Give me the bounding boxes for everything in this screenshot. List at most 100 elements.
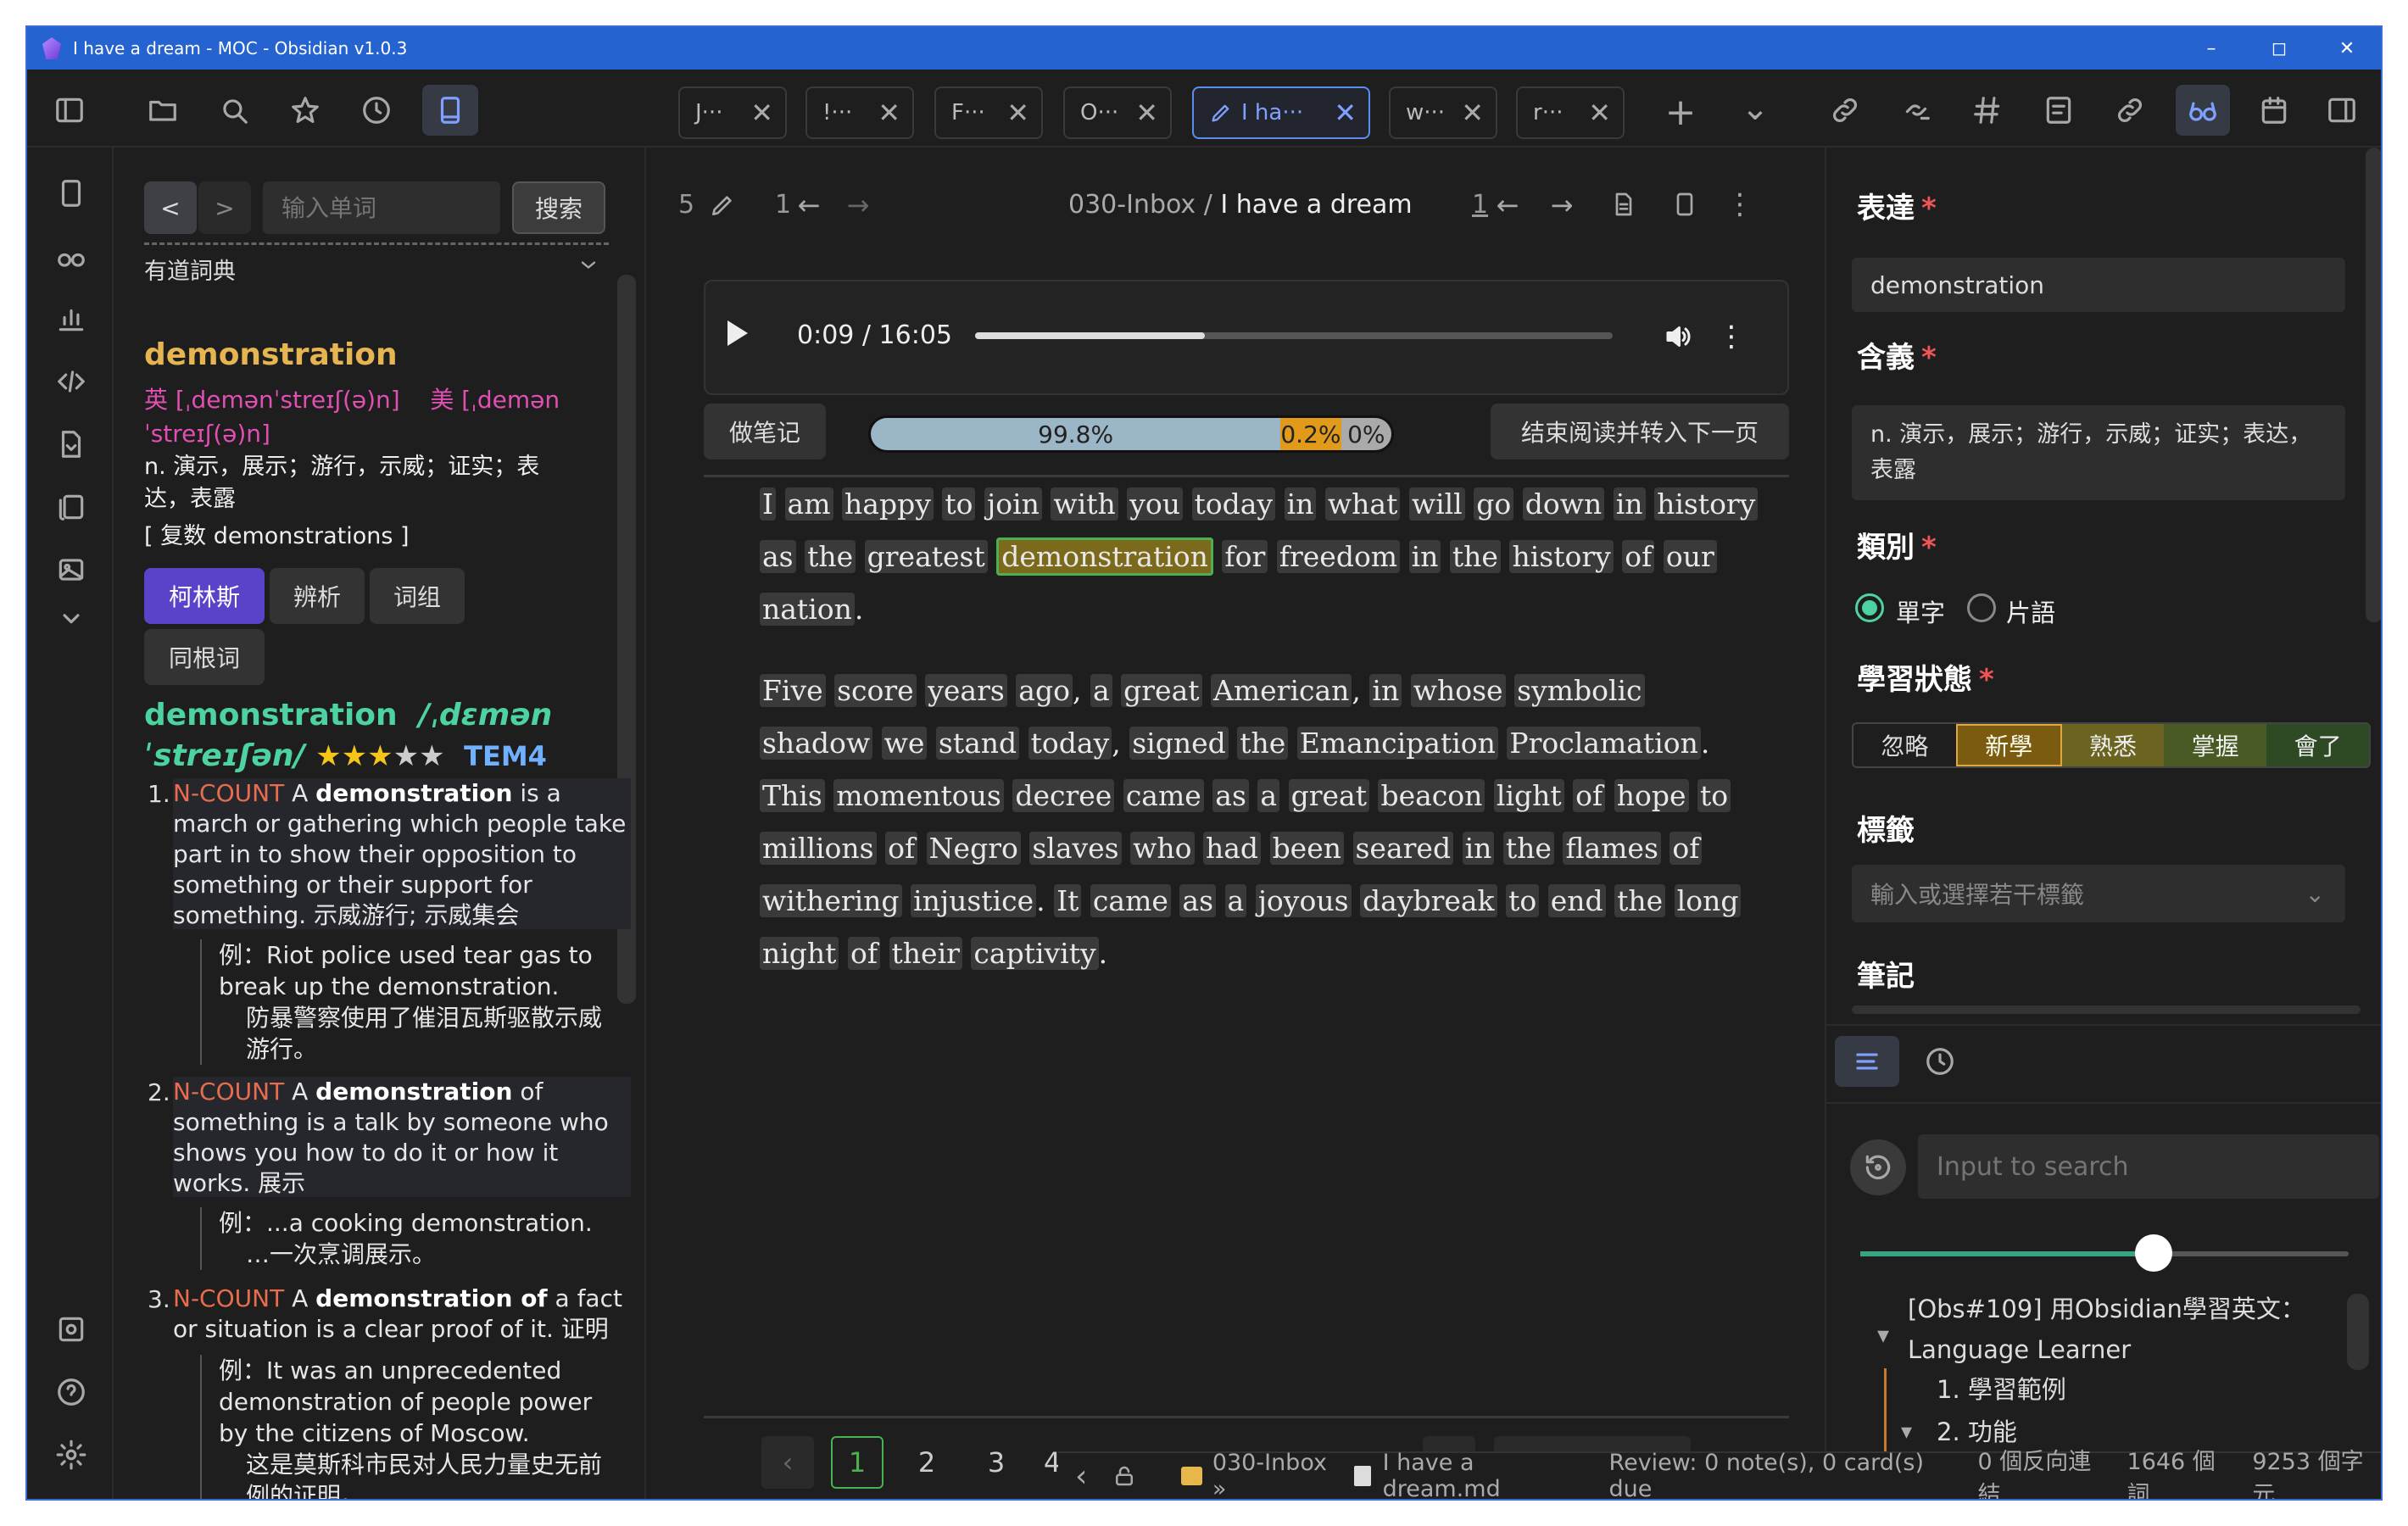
word-token[interactable]: light: [1493, 779, 1564, 812]
link-icon[interactable]: [2104, 85, 2155, 136]
word-token[interactable]: the: [805, 540, 856, 573]
search-icon[interactable]: [209, 85, 259, 136]
arrow-left-icon[interactable]: ←: [792, 187, 826, 224]
history-clock-icon[interactable]: [1915, 1036, 1965, 1087]
word-token[interactable]: long: [1674, 884, 1742, 917]
word-token[interactable]: flames: [1563, 832, 1661, 865]
star-icon[interactable]: [280, 85, 331, 136]
word-token[interactable]: Emancipation: [1296, 727, 1498, 760]
slider-knob[interactable]: [2134, 1234, 2172, 1272]
word-token[interactable]: of: [1573, 779, 1606, 812]
caret-down-icon[interactable]: ▾: [1901, 1419, 1912, 1445]
calendar-icon[interactable]: [2249, 85, 2299, 136]
tab-7[interactable]: r··· ✕: [1516, 86, 1625, 139]
code-icon[interactable]: [46, 356, 97, 407]
word-token[interactable]: the: [1449, 540, 1501, 573]
word-token[interactable]: had: [1203, 832, 1262, 865]
lock-icon[interactable]: [1109, 1459, 1139, 1493]
word-token[interactable]: Proclamation: [1507, 727, 1701, 760]
sidebar-toggle-icon[interactable]: [44, 85, 95, 136]
dict-next-button[interactable]: >: [198, 181, 251, 234]
word-token[interactable]: the: [1502, 832, 1554, 865]
word-token[interactable]: am: [784, 487, 833, 521]
word-token[interactable]: as: [1179, 884, 1217, 917]
word-token[interactable]: came: [1090, 884, 1171, 917]
close-icon[interactable]: ✕: [878, 97, 900, 129]
word-token[interactable]: for: [1222, 540, 1268, 573]
finish-reading-button[interactable]: 结束阅读并转入下一页: [1491, 404, 1789, 459]
word-token[interactable]: what: [1324, 487, 1401, 521]
status-mastered[interactable]: 掌握: [2164, 724, 2267, 766]
word-token[interactable]: as: [760, 540, 796, 573]
status-folder[interactable]: 030-Inbox »: [1212, 1450, 1343, 1499]
close-icon[interactable]: ✕: [1334, 97, 1357, 129]
word-token[interactable]: daybreak: [1360, 884, 1497, 917]
word-token[interactable]: today: [1191, 487, 1276, 521]
selected-word[interactable]: demonstration: [996, 537, 1213, 576]
radio-phrase[interactable]: [1967, 593, 1996, 622]
word-token[interactable]: we: [881, 727, 928, 760]
word-token[interactable]: as: [1212, 779, 1249, 812]
play-icon[interactable]: [727, 320, 748, 346]
arrow-right-icon[interactable]: →: [841, 187, 875, 224]
scrollbar-horizontal[interactable]: [1852, 1005, 2361, 1014]
clock-icon[interactable]: [351, 85, 402, 136]
chevron-down-icon[interactable]: [46, 597, 97, 639]
status-back-icon[interactable]: ‹: [1075, 1459, 1087, 1494]
word-token[interactable]: go: [1474, 487, 1514, 521]
word-token[interactable]: a: [1090, 674, 1112, 707]
page-1[interactable]: 1: [831, 1436, 883, 1489]
scrollbar[interactable]: [2347, 1294, 2369, 1370]
book-icon[interactable]: [422, 85, 478, 136]
word-token[interactable]: night: [760, 937, 839, 970]
tag-hash-icon[interactable]: [1962, 85, 2013, 136]
radio-word[interactable]: [1855, 593, 1884, 622]
word-token[interactable]: years: [925, 674, 1007, 707]
word-token[interactable]: freedom: [1276, 540, 1401, 573]
status-ignore[interactable]: 忽略: [1853, 724, 1956, 766]
glasses-icon[interactable]: [2176, 85, 2230, 136]
help-icon[interactable]: [46, 1367, 97, 1417]
pen-icon[interactable]: [702, 185, 743, 226]
word-token[interactable]: you: [1127, 487, 1183, 521]
word-token[interactable]: in: [1369, 674, 1402, 707]
word-token[interactable]: great: [1121, 674, 1202, 707]
tags-select[interactable]: 輸入或選擇若干標籤 ⌄: [1852, 865, 2345, 922]
scrollbar[interactable]: [2366, 148, 2381, 622]
word-token[interactable]: our: [1663, 540, 1717, 573]
word-token[interactable]: came: [1123, 779, 1204, 812]
breadcrumb-file[interactable]: I have a dream: [1220, 190, 1412, 220]
word-token[interactable]: in: [1284, 487, 1317, 521]
dict-search-button[interactable]: 搜索: [512, 181, 605, 234]
word-token[interactable]: to: [1506, 884, 1540, 917]
document-icon[interactable]: [1603, 183, 1645, 226]
word-token[interactable]: injustice: [911, 884, 1037, 917]
status-backlinks[interactable]: 0 個反向連結: [1977, 1443, 2108, 1499]
file-import-icon[interactable]: [46, 419, 97, 470]
meaning-textarea[interactable]: n. 演示，展示；游行，示威；证实；表达，表露: [1852, 405, 2345, 500]
status-new[interactable]: 新學: [1955, 724, 2062, 766]
tab-compare[interactable]: 辨析: [270, 568, 365, 624]
minimize-button[interactable]: –: [2177, 27, 2245, 70]
word-token[interactable]: hope: [1614, 779, 1689, 812]
word-token[interactable]: of: [885, 832, 918, 865]
word-token[interactable]: with: [1051, 487, 1118, 521]
bar-chart-icon[interactable]: [46, 293, 97, 344]
word-token[interactable]: a: [1257, 779, 1280, 812]
take-note-button[interactable]: 做笔记: [704, 404, 826, 459]
audio-progress-track[interactable]: [975, 332, 1613, 339]
tab-phrases[interactable]: 词组: [370, 568, 465, 624]
word-token[interactable]: of: [1622, 540, 1655, 573]
word-token[interactable]: momentous: [833, 779, 1004, 812]
pager-prev-button[interactable]: ‹: [761, 1436, 814, 1489]
tab-2[interactable]: !··· ✕: [805, 86, 914, 139]
outline-icon[interactable]: [2033, 85, 2084, 136]
tab-active[interactable]: I ha··· ✕: [1192, 86, 1370, 139]
outline-item-2[interactable]: 1. 學習範例: [1937, 1370, 2066, 1406]
close-window-button[interactable]: ✕: [2313, 27, 2381, 70]
outline-list-icon[interactable]: [1835, 1036, 1899, 1087]
word-token[interactable]: captivity: [971, 937, 1099, 970]
word-token[interactable]: beacon: [1378, 779, 1485, 812]
word-token[interactable]: greatest: [864, 540, 988, 573]
word-token[interactable]: whose: [1410, 674, 1506, 707]
